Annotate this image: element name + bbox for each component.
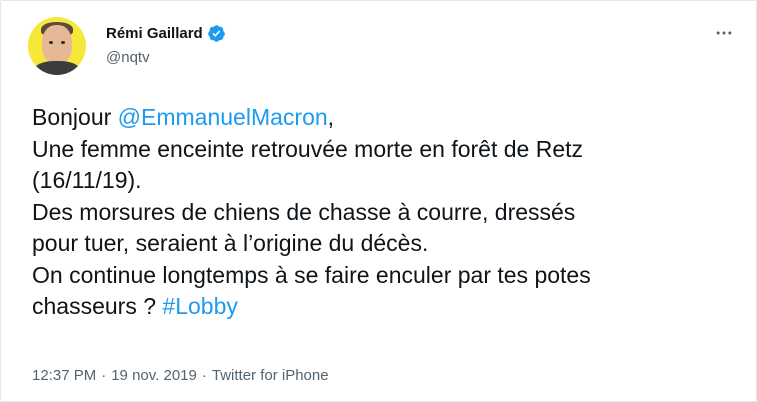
tweet-card: Rémi Gaillard @nqtv Bonjour @EmmanuelMac… — [0, 0, 757, 402]
tweet-text-segment: Bonjour — [32, 104, 118, 130]
tweet-text: Bonjour @EmmanuelMacron, Une femme encei… — [32, 102, 732, 323]
author-display-name[interactable]: Rémi Gaillard — [106, 25, 203, 42]
tweet-line: pour tuer, seraient à l’origine du décès… — [32, 230, 429, 256]
tweet-date[interactable]: 19 nov. 2019 — [111, 367, 197, 384]
avatar-face — [42, 25, 72, 63]
name-row: Rémi Gaillard — [106, 24, 226, 43]
tweet-line: (16/11/19). — [32, 167, 142, 193]
tweet-text-segment: chasseurs ? — [32, 293, 163, 319]
mention-link[interactable]: @EmmanuelMacron — [118, 104, 328, 130]
tweet-line: Des morsures de chiens de chasse à courr… — [32, 198, 576, 225]
avatar-shirt — [34, 61, 80, 75]
meta-separator: · — [201, 367, 207, 384]
avatar-eye-right — [61, 41, 65, 44]
tweet-line: Bonjour @EmmanuelMacron, — [32, 102, 732, 134]
tweet-line: On continue longtemps à se faire enculer… — [32, 261, 591, 288]
tweet-text-segment: , — [327, 104, 335, 130]
tweet-time[interactable]: 12:37 PM — [32, 367, 96, 384]
meta-separator: · — [101, 367, 107, 384]
tweet-header: Rémi Gaillard @nqtv — [28, 17, 736, 77]
tweet-metadata: 12:37 PM · 19 nov. 2019 · Twitter for iP… — [32, 367, 329, 384]
hashtag-link[interactable]: #Lobby — [162, 293, 237, 319]
avatar-eye-left — [49, 41, 53, 44]
avatar[interactable] — [28, 17, 86, 75]
verified-badge-icon — [207, 24, 226, 43]
tweet-source[interactable]: Twitter for iPhone — [212, 367, 329, 384]
tweet-line: chasseurs ? #Lobby — [32, 291, 732, 323]
author-handle[interactable]: @nqtv — [106, 49, 226, 66]
author-block: Rémi Gaillard @nqtv — [106, 24, 226, 66]
tweet-line: Une femme enceinte retrouvée morte en fo… — [32, 135, 584, 162]
more-options-icon[interactable] — [712, 21, 736, 45]
